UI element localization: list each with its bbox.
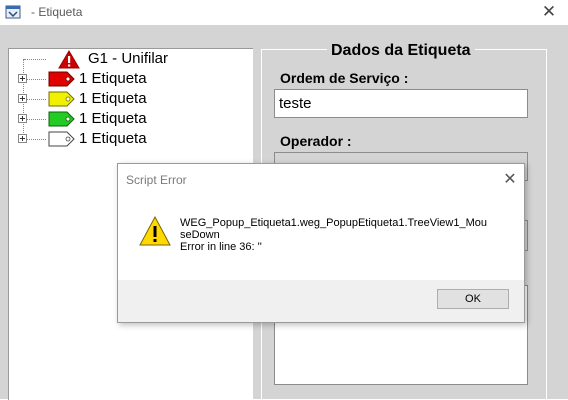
dialog-close-button[interactable]: ✕ (500, 168, 520, 190)
dialog-body: WEG_Popup_Etiqueta1.weg_PopupEtiqueta1.T… (118, 195, 524, 280)
close-icon: ✕ (503, 169, 517, 188)
dialog-title: Script Error (126, 173, 187, 187)
app-window-icon (5, 5, 21, 19)
tree-root-label: G1 - Unifilar (88, 50, 169, 67)
tree-connector (24, 79, 46, 80)
tree-item[interactable]: 1 Etiqueta (9, 129, 253, 149)
expand-icon[interactable] (18, 134, 27, 143)
close-icon: ✕ (541, 2, 557, 22)
error-message: WEG_Popup_Etiqueta1.weg_PopupEtiqueta1.T… (180, 217, 510, 253)
window-title: - Etiqueta (31, 5, 83, 19)
group-title: Dados da Etiqueta (327, 42, 475, 60)
yellow-tag-icon (48, 91, 75, 107)
tree-item-label: 1 Etiqueta (79, 130, 147, 147)
tree-item-label: 1 Etiqueta (79, 90, 147, 107)
error-message-line: seDown (180, 229, 220, 241)
red-tag-icon (48, 71, 75, 87)
expand-icon[interactable] (18, 94, 27, 103)
white-tag-icon (48, 131, 75, 147)
warning-icon (139, 216, 171, 246)
error-message-line: Error in line 36: '' (180, 241, 262, 253)
window-close-button[interactable]: ✕ (536, 0, 562, 25)
tree-item-label: 1 Etiqueta (79, 110, 147, 127)
script-error-dialog: Script Error ✕ WEG_Popup_Etiqueta1.weg_P… (117, 163, 525, 323)
tree-connector (24, 119, 46, 120)
tree-item[interactable]: 1 Etiqueta (9, 69, 253, 89)
tree-item[interactable]: 1 Etiqueta (9, 89, 253, 109)
ordem-servico-label: Ordem de Serviço : (280, 70, 409, 86)
window-titlebar: - Etiqueta ✕ (0, 0, 568, 25)
expand-icon[interactable] (18, 74, 27, 83)
dialog-titlebar: Script Error ✕ (118, 164, 524, 195)
green-tag-icon (48, 111, 75, 127)
ok-button[interactable]: OK (437, 289, 509, 309)
error-message-line: WEG_Popup_Etiqueta1.weg_PopupEtiqueta1.T… (180, 217, 487, 229)
tree-connector (24, 99, 46, 100)
tree-root-node[interactable]: G1 - Unifilar (9, 49, 253, 69)
tree-item[interactable]: 1 Etiqueta (9, 109, 253, 129)
tree-connector (24, 59, 46, 60)
tree-item-label: 1 Etiqueta (79, 70, 147, 87)
operador-label: Operador : (280, 133, 352, 149)
tree-connector (24, 139, 46, 140)
warning-triangle-icon (58, 50, 80, 69)
ordem-servico-input[interactable]: teste (274, 89, 528, 118)
expand-icon[interactable] (18, 114, 27, 123)
